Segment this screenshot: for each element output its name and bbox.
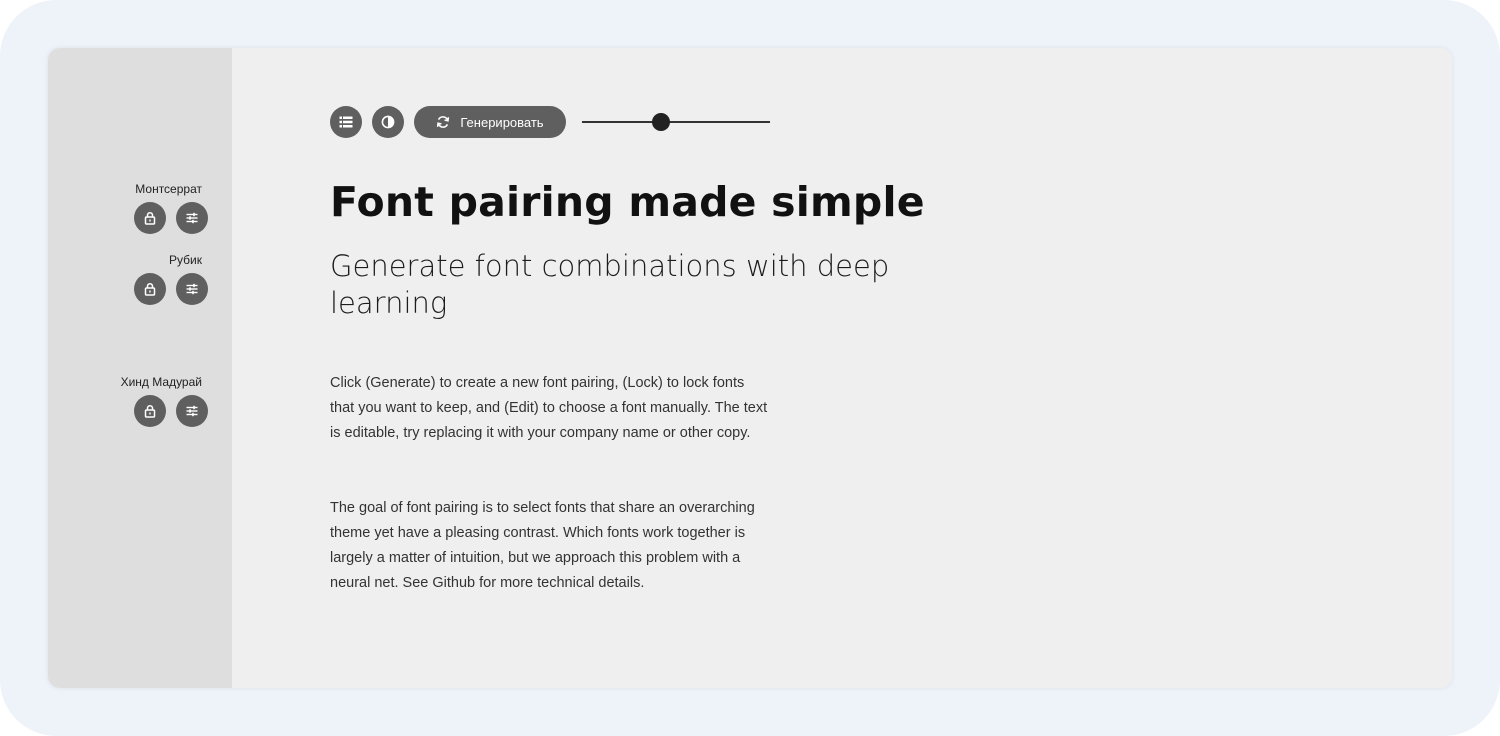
edit-font-button[interactable] <box>176 395 208 427</box>
edit-font-button[interactable] <box>176 202 208 234</box>
lock-font-button[interactable] <box>134 202 166 234</box>
page-title[interactable]: Font pairing made simple <box>330 178 925 226</box>
list-button[interactable] <box>330 106 362 138</box>
font-group-body: Хинд Мадурай <box>121 375 208 427</box>
toolbar: Генерировать <box>330 106 770 138</box>
generate-label: Генерировать <box>460 114 544 130</box>
font-name-subheading: Рубик <box>169 253 202 267</box>
font-sidebar: Монтсеррат Рубик Хинд Мадурай <box>48 48 232 688</box>
page-subtitle[interactable]: Generate font combinations with deep lea… <box>330 248 890 322</box>
lock-icon <box>144 282 156 296</box>
refresh-icon <box>437 116 450 128</box>
font-group-heading: Монтсеррат <box>134 182 208 234</box>
font-name-body: Хинд Мадурай <box>120 375 202 389</box>
lock-icon <box>144 404 156 418</box>
app-window: Монтсеррат Рубик Хинд Мадурай Генерирова… <box>48 48 1452 688</box>
page-background: Монтсеррат Рубик Хинд Мадурай Генерирова… <box>0 0 1500 736</box>
sliders-icon <box>186 283 198 295</box>
sliders-icon <box>186 405 198 417</box>
slider-track <box>582 121 770 123</box>
font-group-subheading: Рубик <box>134 253 208 305</box>
list-icon <box>339 116 353 128</box>
font-name-heading: Монтсеррат <box>135 182 202 196</box>
preview-area: Генерировать Font pairing made simple Ge… <box>330 48 1452 688</box>
size-slider[interactable] <box>582 106 770 138</box>
lock-icon <box>144 211 156 225</box>
contrast-button[interactable] <box>372 106 404 138</box>
slider-thumb[interactable] <box>651 113 670 131</box>
lock-font-button[interactable] <box>134 395 166 427</box>
contrast-icon <box>381 115 395 129</box>
sliders-icon <box>186 212 198 224</box>
body-paragraph-1[interactable]: Click (Generate) to create a new font pa… <box>330 371 772 446</box>
edit-font-button[interactable] <box>176 273 208 305</box>
generate-button[interactable]: Генерировать <box>414 106 566 138</box>
lock-font-button[interactable] <box>134 273 166 305</box>
body-paragraph-2[interactable]: The goal of font pairing is to select fo… <box>330 496 772 596</box>
